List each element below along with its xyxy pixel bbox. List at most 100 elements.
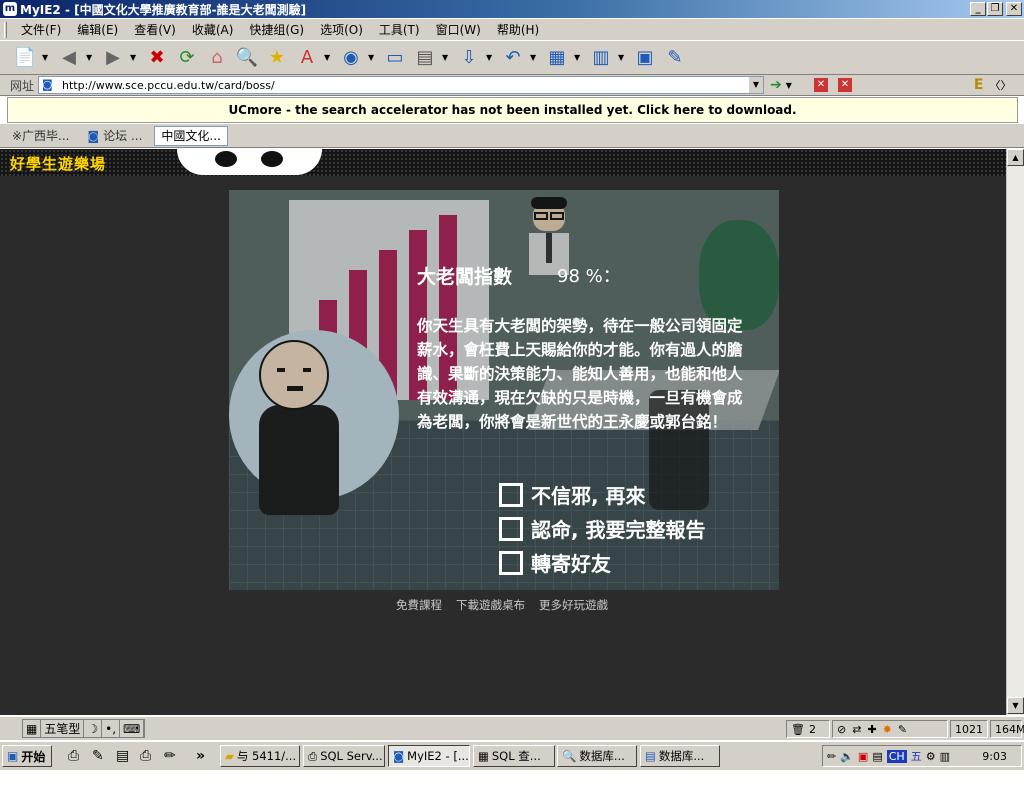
task-button[interactable]: ▰ 与 5411/... xyxy=(220,745,300,767)
menu-favorites[interactable]: 收藏(A) xyxy=(184,21,242,38)
stop-icon[interactable]: ✖ xyxy=(144,45,170,71)
forward-friend-option[interactable]: 轉寄好友 xyxy=(499,548,611,577)
address-input[interactable]: ◙ http://www.sce.pccu.edu.tw/card/boss/ … xyxy=(38,76,764,94)
go-icon[interactable]: ➔ xyxy=(770,77,782,93)
address-dropdown-icon[interactable]: ▼ xyxy=(749,77,763,93)
checkbox-icon[interactable] xyxy=(499,482,523,507)
new-window-icon[interactable]: ▭ xyxy=(382,45,408,71)
chevron-down-icon[interactable]: ▼ xyxy=(486,53,494,62)
quicklaunch-icon[interactable]: ✎ xyxy=(92,748,104,764)
task-button[interactable]: 🔍 数据库... xyxy=(557,745,637,767)
menu-options[interactable]: 选项(O) xyxy=(312,21,371,38)
quicklaunch-more-icon[interactable]: » xyxy=(196,748,205,764)
network-icon[interactable]: ⚙ xyxy=(926,750,936,763)
keyboard-icon[interactable]: ⌨ xyxy=(120,720,145,737)
punctuation-icon[interactable]: •, xyxy=(102,720,121,737)
ucmore-notice[interactable]: UCmore - the search accelerator has not … xyxy=(7,97,1018,123)
menu-groups[interactable]: 快捷组(G) xyxy=(241,21,312,38)
font-size-icon[interactable]: A xyxy=(294,45,320,71)
volume-icon[interactable]: 🔈 xyxy=(840,750,854,763)
retry-option[interactable]: 不信邪, 再來 xyxy=(499,480,646,509)
app-icon[interactable]: m xyxy=(3,2,17,16)
flash-icon[interactable]: ✚ xyxy=(867,723,876,736)
chevron-down-icon[interactable]: ▼ xyxy=(442,53,450,62)
fullscreen-icon[interactable]: ▣ xyxy=(632,45,658,71)
minimize-button[interactable]: _ xyxy=(970,2,986,16)
full-report-option-label[interactable]: 認命, 我要完整報告 xyxy=(531,514,706,543)
tab-pccu[interactable]: 中國文化... xyxy=(154,125,228,146)
task-button-active[interactable]: ◙ MyIE2 - [... xyxy=(388,745,470,767)
task-button[interactable]: ▤ 数据库... xyxy=(640,745,720,767)
free-courses-link[interactable]: 免費課程 xyxy=(396,597,442,613)
close-all-icon[interactable]: ✕ xyxy=(837,78,852,92)
checkbox-icon[interactable] xyxy=(499,550,523,575)
tab-guangxi[interactable]: ※广西毕... xyxy=(6,126,76,146)
close-tab-icon[interactable]: ✕ xyxy=(813,78,828,92)
settings-gear-icon[interactable]: ✸ xyxy=(883,723,892,736)
search-icon[interactable]: 🔍 xyxy=(234,45,260,71)
ime-icon[interactable]: 五 xyxy=(911,748,922,764)
chevron-down-icon[interactable]: ▼ xyxy=(786,81,792,90)
moon-icon[interactable]: ☽ xyxy=(84,720,103,737)
task-button[interactable]: ⎙ SQL Serv... xyxy=(303,745,385,767)
favorites-star-icon[interactable]: ★ xyxy=(264,45,290,71)
more-games-link[interactable]: 更多好玩遊戲 xyxy=(539,597,608,613)
home-icon[interactable]: ⌂ xyxy=(204,45,230,71)
ime-mode[interactable]: 五笔型 xyxy=(41,720,85,737)
download-icon[interactable]: ⇩ xyxy=(456,45,482,71)
ime-toolbar[interactable]: ▦ 五笔型 ☽ •, ⌨ xyxy=(22,719,146,738)
address-url[interactable]: http://www.sce.pccu.edu.tw/card/boss/ xyxy=(62,79,275,92)
quicklaunch-icon[interactable]: ▤ xyxy=(116,748,129,764)
ucmore-message[interactable]: UCmore - the search accelerator has not … xyxy=(228,103,796,117)
layout-icon[interactable]: ▦ xyxy=(544,45,570,71)
chevron-down-icon[interactable]: ▼ xyxy=(324,53,332,62)
refresh-icon[interactable]: ⟳ xyxy=(174,45,200,71)
tile-icon[interactable]: ▥ xyxy=(588,45,614,71)
task-button[interactable]: ▦ SQL 查... xyxy=(473,745,555,767)
popup-icon[interactable]: ⊘ xyxy=(837,723,846,736)
close-button[interactable]: ✕ xyxy=(1006,2,1022,16)
quicklaunch-icon[interactable]: ✏ xyxy=(164,748,176,764)
undo-close-icon[interactable]: ↶ xyxy=(500,45,526,71)
tray-icon[interactable]: ✏ xyxy=(827,750,836,763)
tab-forum[interactable]: ◙ 论坛 ... xyxy=(82,126,149,146)
chevron-down-icon[interactable]: ▼ xyxy=(86,53,94,62)
menu-file[interactable]: 文件(F) xyxy=(13,21,69,38)
menu-edit[interactable]: 编辑(E) xyxy=(69,21,126,38)
chevron-down-icon[interactable]: ▼ xyxy=(42,53,50,62)
chevron-down-icon[interactable]: ▼ xyxy=(574,53,582,62)
chevron-down-icon[interactable]: ▼ xyxy=(368,53,376,62)
new-page-icon[interactable]: 📄 xyxy=(12,45,38,71)
input-language[interactable]: CH xyxy=(886,749,907,763)
download-wallpaper-link[interactable]: 下載遊戲桌布 xyxy=(456,597,525,613)
menu-view[interactable]: 查看(V) xyxy=(126,21,184,38)
arrows-icon[interactable]: 〈〉 xyxy=(989,77,1011,93)
clock[interactable]: 9:03 xyxy=(982,750,1007,763)
back-icon[interactable]: ◀ xyxy=(56,45,82,71)
tray-icon[interactable]: ▤ xyxy=(872,750,882,763)
edit-icon[interactable]: ✎ xyxy=(662,45,688,71)
edit-icon[interactable]: ✎ xyxy=(898,723,907,736)
start-button[interactable]: ▣ 开始 xyxy=(2,745,52,767)
forward-friend-option-label[interactable]: 轉寄好友 xyxy=(531,548,611,577)
globe-icon[interactable]: ◉ xyxy=(338,45,364,71)
menu-help[interactable]: 帮助(H) xyxy=(489,21,547,38)
maximize-button[interactable]: ❐ xyxy=(987,2,1003,16)
chevron-down-icon[interactable]: ▼ xyxy=(130,53,138,62)
status-icons[interactable]: ⊘ ⇄ ✚ ✸ ✎ xyxy=(832,720,948,738)
tray-icon[interactable]: ▣ xyxy=(858,750,868,763)
site-logo[interactable]: 好學生遊樂場 xyxy=(10,153,106,174)
quicklaunch-icon[interactable]: ⎙ xyxy=(68,748,79,764)
checkbox-icon[interactable] xyxy=(499,516,523,541)
retry-option-label[interactable]: 不信邪, 再來 xyxy=(531,480,646,509)
chevron-down-icon[interactable]: ▼ xyxy=(618,53,626,62)
vertical-scrollbar[interactable]: ▲ ▼ xyxy=(1006,149,1024,715)
proxy-icon[interactable]: ⇄ xyxy=(852,723,861,736)
scroll-up-icon[interactable]: ▲ xyxy=(1007,149,1024,166)
scroll-down-icon[interactable]: ▼ xyxy=(1007,697,1024,714)
chevron-down-icon[interactable]: ▼ xyxy=(530,53,538,62)
menu-window[interactable]: 窗口(W) xyxy=(428,21,489,38)
quicklaunch-icon[interactable]: ⎙ xyxy=(140,748,151,764)
tray-icon[interactable]: ▥ xyxy=(940,750,950,763)
print-icon[interactable]: ▤ xyxy=(412,45,438,71)
